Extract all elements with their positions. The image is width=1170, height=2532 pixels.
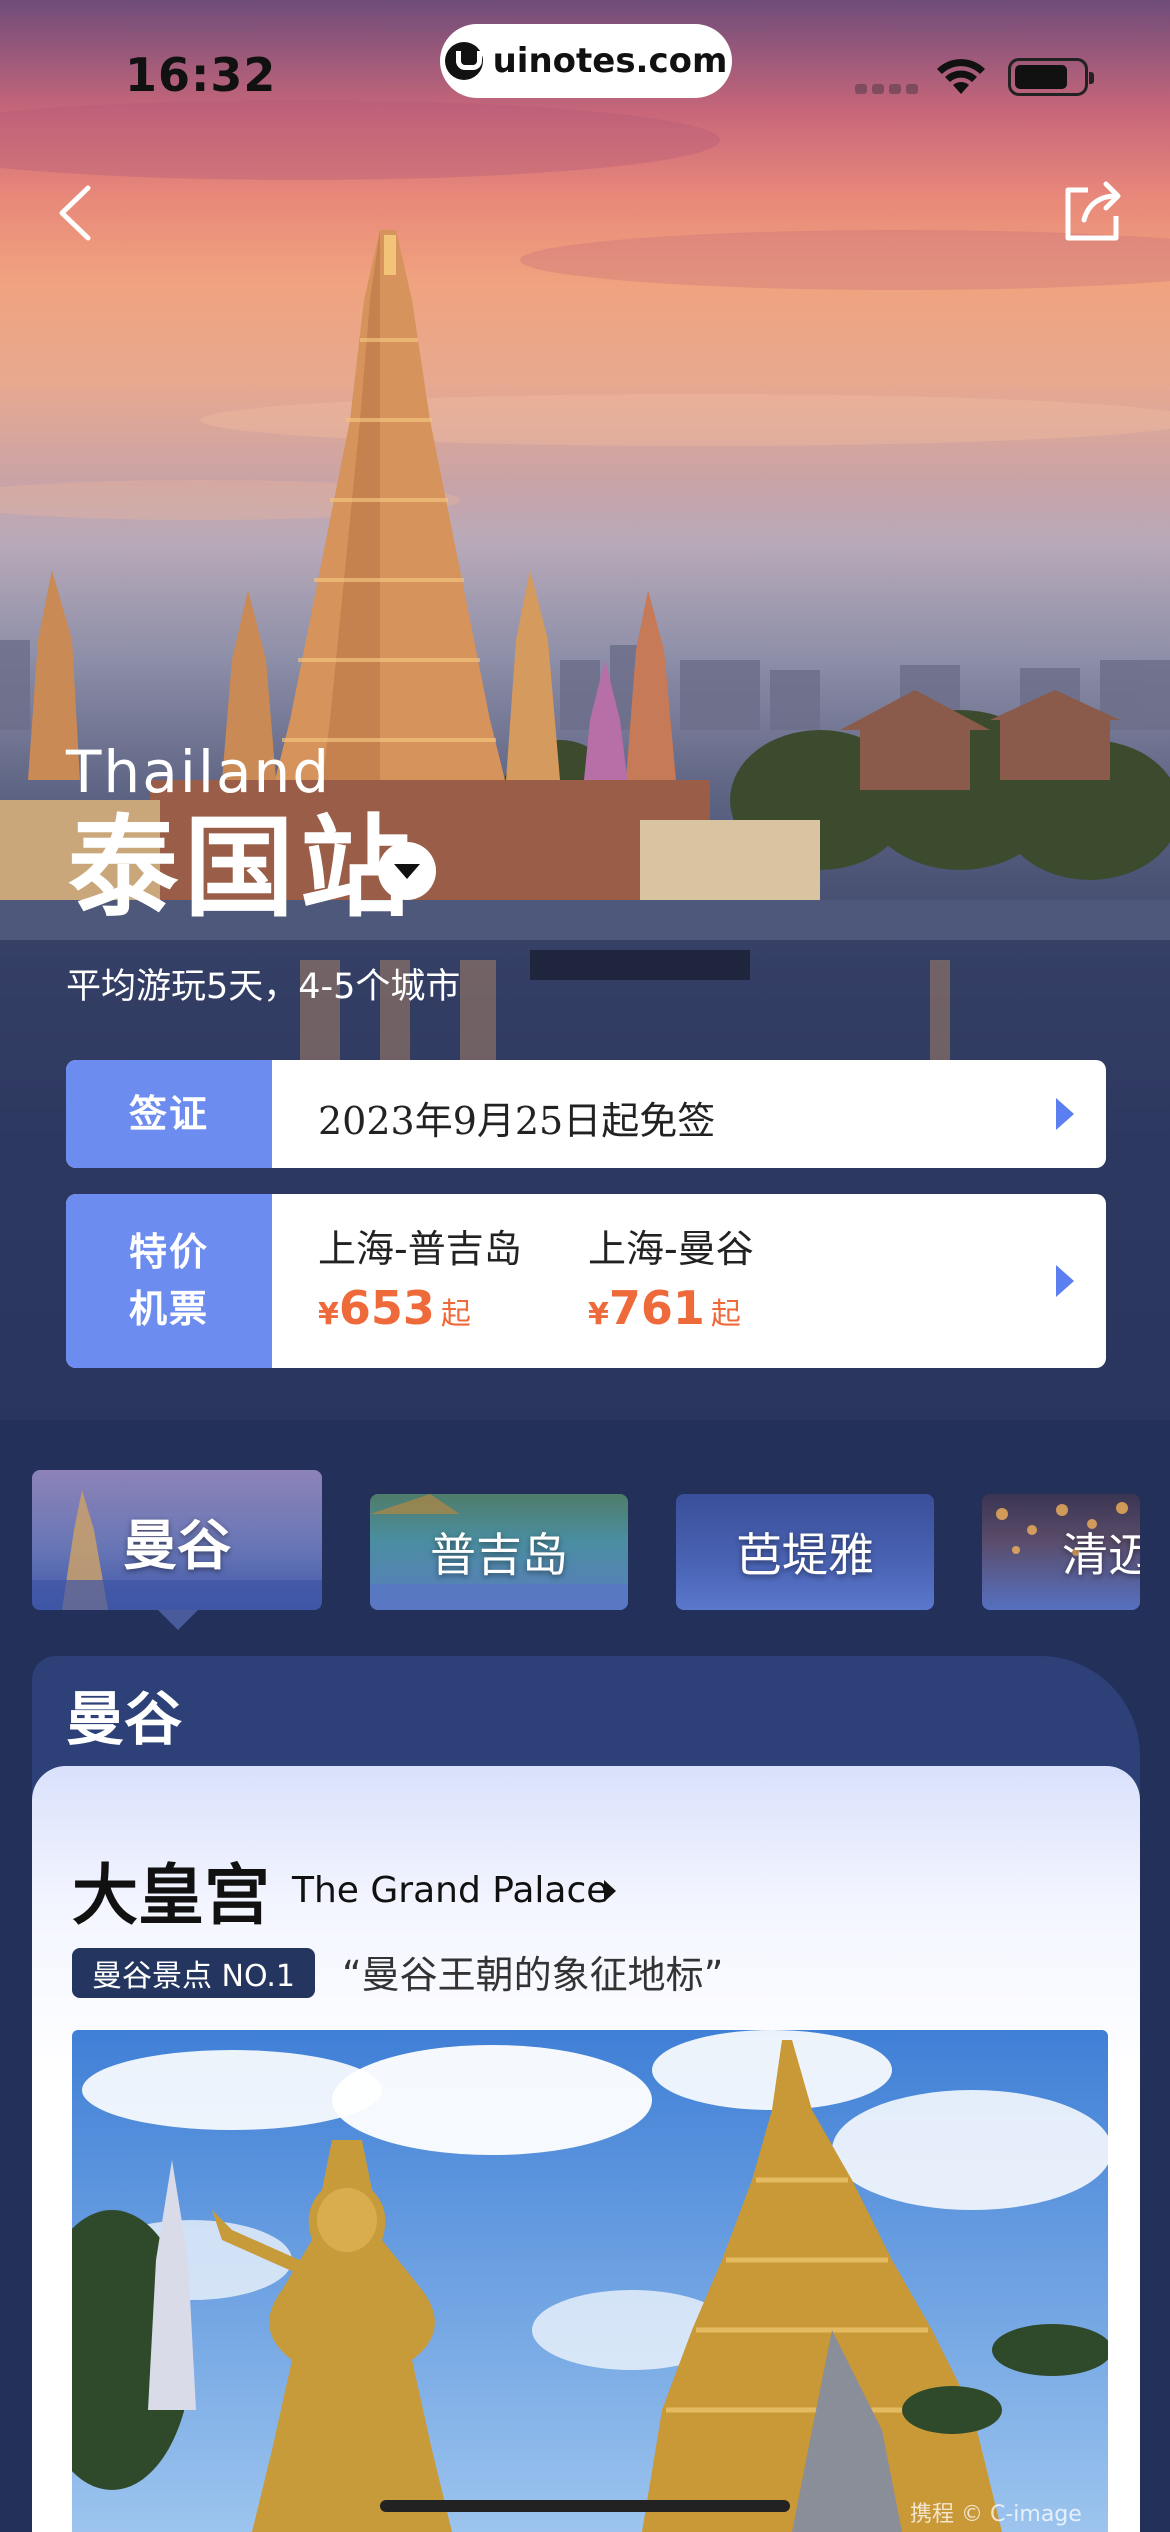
grand-palace-illustration [72, 2030, 1108, 2532]
city-tab-label: 芭堤雅 [736, 1528, 874, 1582]
route-price: ¥653 起 [318, 1281, 471, 1335]
flight-route-phuket[interactable]: 上海-普吉岛 ¥653 起 [318, 1218, 522, 1335]
wifi-icon [937, 59, 985, 94]
photo-watermark: 携程 © C-image [910, 2502, 1082, 2527]
visa-card[interactable]: 签证 2023年9月25日起免签 [66, 1060, 1106, 1168]
city-tab-label: 清迈 [1062, 1528, 1140, 1582]
country-name-english: Thailand [66, 738, 332, 806]
active-tab-pointer [158, 1610, 198, 1630]
city-tab-chiangmai[interactable]: 清迈 [982, 1494, 1140, 1610]
visa-arrow-icon [1056, 1098, 1074, 1130]
city-tab-pattaya[interactable]: 芭堤雅 [676, 1494, 934, 1610]
country-dropdown-icon[interactable] [378, 842, 436, 900]
battery-icon [1008, 58, 1094, 96]
back-chevron-icon[interactable] [48, 178, 108, 248]
flight-deals-label: 特价 机票 [66, 1194, 272, 1368]
attraction-photo[interactable] [72, 2030, 1108, 2532]
attraction-arrow-icon[interactable] [604, 1880, 616, 1902]
flight-label-line1: 特价 [128, 1230, 209, 1274]
uinotes-logo-icon [444, 42, 483, 80]
route-name: 上海-曼谷 [588, 1227, 754, 1271]
attraction-name-english[interactable]: The Grand Palace [292, 1870, 608, 1911]
trip-summary: 平均游玩5天，4-5个城市 [66, 967, 461, 1007]
route-price: ¥761 起 [588, 1281, 741, 1335]
flight-deals-card[interactable]: 特价机票 上海-普吉岛 ¥653 起 上海-曼谷 ¥761 起 [66, 1194, 1106, 1368]
section-title: 曼谷 [66, 1685, 183, 1753]
city-tab-bangkok[interactable]: 曼谷 [32, 1470, 322, 1610]
flight-label-line2: 机票 [128, 1287, 209, 1331]
attraction-name-chinese[interactable]: 大皇宫 [72, 1842, 270, 1938]
rank-badge: 曼谷景点 NO.1 [72, 1948, 315, 1998]
home-indicator[interactable] [380, 2500, 790, 2512]
country-name-chinese: 泰国站 [68, 804, 416, 932]
share-icon[interactable] [1058, 176, 1128, 246]
status-time: 16:32 [125, 48, 277, 102]
url-text: uinotes.com [492, 41, 728, 81]
url-pill[interactable]: uinotes.com [440, 24, 732, 98]
flight-route-bangkok[interactable]: 上海-曼谷 ¥761 起 [588, 1218, 754, 1335]
visa-info: 2023年9月25日起免签 [318, 1099, 716, 1143]
route-name: 上海-普吉岛 [318, 1227, 522, 1271]
city-tab-label: 普吉岛 [430, 1528, 568, 1582]
visa-label: 签证 [66, 1060, 272, 1168]
attraction-quote: “曼谷王朝的象征地标” [342, 1953, 724, 1997]
flight-arrow-icon [1056, 1265, 1074, 1297]
city-tab-label: 曼谷 [123, 1513, 231, 1577]
city-tab-phuket[interactable]: 普吉岛 [370, 1494, 628, 1610]
cellular-signal-icon [855, 84, 918, 94]
